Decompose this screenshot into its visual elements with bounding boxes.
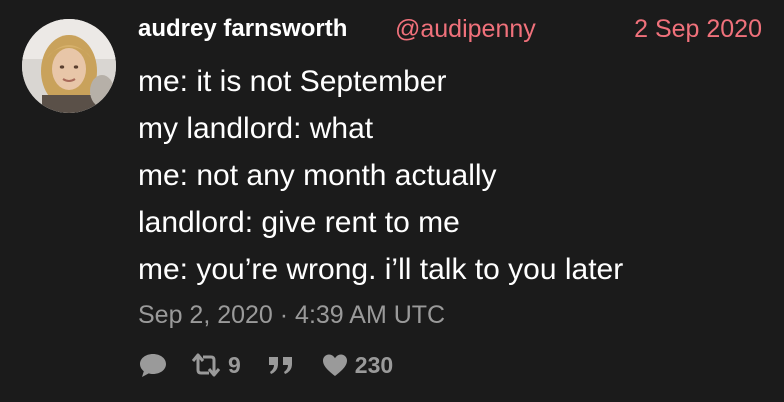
tweet-line: landlord: give rent to me	[138, 206, 460, 239]
tweet-line: me: you’re wrong. i’ll talk to you later	[138, 253, 624, 286]
tweet-line: me: it is not September	[138, 65, 447, 98]
avatar-photo	[22, 19, 116, 113]
tweet-actions: 9 230	[138, 348, 393, 382]
tweet-timestamp: Sep 2, 2020 · 4:39 AM UTC	[138, 301, 446, 329]
tweet-header: audrey farnsworth @audipenny 2 Sep 2020	[138, 12, 768, 46]
heart-icon	[322, 354, 347, 376]
author-display-name[interactable]: audrey farnsworth	[138, 15, 347, 43]
reply-button[interactable]	[138, 351, 168, 379]
tweet-line: my landlord: what	[138, 112, 374, 145]
quote-button[interactable]	[267, 353, 295, 377]
retweet-count: 9	[228, 351, 241, 378]
tweet-date-link[interactable]: 2 Sep 2020	[634, 15, 762, 44]
avatar[interactable]	[22, 19, 116, 113]
tweet-line: me: not any month actually	[138, 159, 497, 192]
tweet-body: me: it is not September my landlord: wha…	[138, 58, 768, 293]
quote-icon	[268, 357, 292, 374]
tweet-card: audrey farnsworth @audipenny 2 Sep 2020 …	[0, 0, 784, 402]
like-count: 230	[354, 351, 394, 378]
tweet-content: audrey farnsworth @audipenny 2 Sep 2020 …	[138, 12, 768, 330]
retweet-button[interactable]: 9	[190, 352, 241, 379]
retweet-icon	[191, 353, 221, 377]
author-handle[interactable]: @audipenny	[395, 15, 536, 44]
comment-icon	[140, 354, 166, 377]
like-button[interactable]: 230	[321, 352, 393, 379]
